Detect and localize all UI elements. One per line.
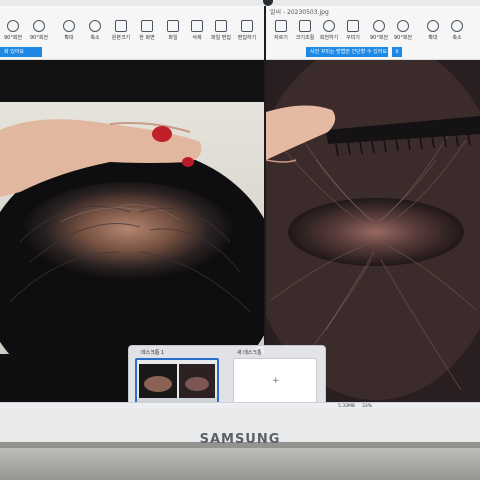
rotate-icon [33, 20, 45, 32]
crop-button[interactable]: 자르기 [270, 20, 292, 48]
status-zoom: 33% [362, 404, 373, 409]
laptop-screen: 90°회전 90°회전 확대 축소 원본크기 한 화면 파일 삭제 파일 편집 … [0, 6, 480, 408]
zoom-in-button-2[interactable]: 확대 [422, 20, 444, 48]
file-edit-button[interactable]: 파일 편집 [210, 20, 232, 48]
virtual-desktops-flyout: 데스크톱 1 새 데스크톱 + [128, 345, 326, 408]
left-hair-photo [0, 102, 264, 354]
left-hair-photo-graphic [0, 102, 264, 354]
decorate-icon [347, 20, 359, 32]
photo-scene: 90°회전 90°회전 확대 축소 원본크기 한 화면 파일 삭제 파일 편집 … [0, 0, 480, 480]
rotate-icon [7, 20, 19, 32]
plus-icon: + [272, 376, 280, 386]
left-image-top-band [0, 60, 264, 102]
crop-icon [275, 20, 287, 32]
edit-button[interactable]: 편집하기 [236, 20, 258, 48]
zoom-out-button-2[interactable]: 축소 [446, 20, 468, 48]
zoom-out-icon [89, 20, 101, 32]
new-desktop-button[interactable]: + [233, 358, 317, 406]
right-tip-ribbon: 사진 꾸미는 방법만 간단할 수 있어요 [306, 47, 388, 57]
edit-icon [241, 20, 253, 32]
file-icon [167, 20, 179, 32]
rotate-icon [397, 20, 409, 32]
right-toolbar: 알씨 - 20230503.jpg 자르기 크기조절 회전하기 꾸미기 90°회… [266, 6, 480, 60]
actual-size-icon [115, 20, 127, 32]
zoom-in-icon [63, 20, 75, 32]
edit-icon [215, 20, 227, 32]
status-size: 5.33MB [338, 404, 355, 409]
file-button[interactable]: 파일 [162, 20, 184, 48]
resize-icon [299, 20, 311, 32]
tip-close-button[interactable]: x [392, 47, 402, 57]
new-desktop-label: 새 데스크톱 [237, 350, 262, 356]
rotate-right-button-2[interactable]: 90°회전 [392, 20, 414, 48]
delete-button[interactable]: 삭제 [186, 20, 208, 48]
right-viewer-window: 알씨 - 20230503.jpg 자르기 크기조절 회전하기 꾸미기 90°회… [266, 6, 480, 402]
brand-logo: SAMSUNG [199, 432, 281, 447]
desktop-1-thumbnail[interactable] [135, 358, 219, 406]
rotate-icon [373, 20, 385, 32]
left-tip-ribbon: 화 있어요 [0, 47, 42, 57]
resize-button[interactable]: 크기조절 [294, 20, 316, 48]
decorate-button[interactable]: 꾸미기 [342, 20, 364, 48]
zoom-out-icon [451, 20, 463, 32]
fit-icon [141, 20, 153, 32]
actual-size-button[interactable]: 원본크기 [110, 20, 132, 48]
rotate-left-button[interactable]: 90°회전 [2, 20, 24, 48]
laptop-chin [0, 448, 480, 480]
rotate-icon [323, 20, 335, 32]
right-window-title: 알씨 - 20230503.jpg [270, 9, 329, 16]
zoom-in-button[interactable]: 확대 [58, 20, 80, 48]
zoom-in-icon [427, 20, 439, 32]
rotate-right-button[interactable]: 90°회전 [28, 20, 50, 48]
taskbar: 검색 [0, 402, 480, 408]
fit-screen-button[interactable]: 한 화면 [136, 20, 158, 48]
left-toolbar: 90°회전 90°회전 확대 축소 원본크기 한 화면 파일 삭제 파일 편집 … [0, 6, 264, 60]
rotate-button[interactable]: 회전하기 [318, 20, 340, 48]
rotate-left-button-2[interactable]: 90°회전 [368, 20, 390, 48]
desktop-1-preview [137, 360, 217, 404]
left-viewer-window: 90°회전 90°회전 확대 축소 원본크기 한 화면 파일 삭제 파일 편집 … [0, 6, 264, 402]
desktop-1-label: 데스크톱 1 [141, 350, 165, 356]
delete-icon [191, 20, 203, 32]
zoom-out-button[interactable]: 축소 [84, 20, 106, 48]
